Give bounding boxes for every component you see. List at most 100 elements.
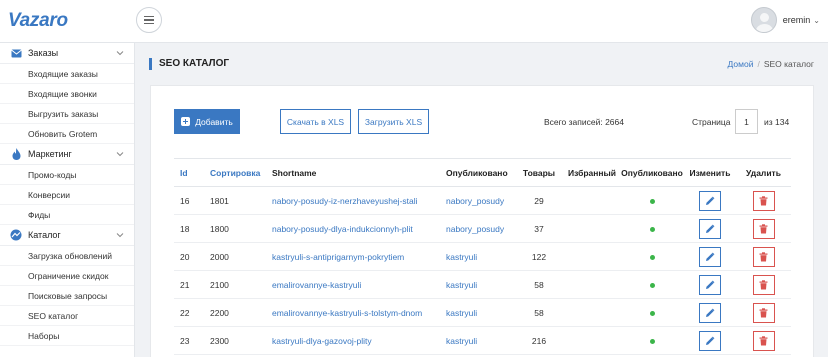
category-link[interactable]: nabory_posudy <box>446 224 504 234</box>
table-body: 16 1801 nabory-posudy-iz-nerzhaveyushej-st… <box>174 186 791 355</box>
cell-delete <box>736 270 791 299</box>
category-link[interactable]: kastryuli <box>446 336 477 346</box>
seo-catalog-card: Добавить Скачать в XLS Загрузить XLS Все… <box>150 85 814 357</box>
envelope-icon <box>10 47 22 59</box>
sidebar-item-seo-catalog[interactable]: SEO каталог <box>0 306 134 326</box>
sidebar-section-label: Заказы <box>28 48 59 58</box>
cell-published <box>620 242 684 271</box>
sidebar-item-export-orders[interactable]: Выгрузить заказы <box>0 104 134 124</box>
sidebar-item-conversions[interactable]: Конверсии <box>0 185 134 205</box>
sidebar-item-discount-limits[interactable]: Ограничение скидок <box>0 266 134 286</box>
cell-id: 20 <box>174 242 204 271</box>
edit-button[interactable] <box>699 302 721 323</box>
cell-shortname: kastryuli-s-antiprigarnym-pokrytiem <box>266 242 440 271</box>
cell-id: 22 <box>174 298 204 327</box>
sidebar-item-update-grotem[interactable]: Обновить Grotem <box>0 124 134 144</box>
cell-goods: 216 <box>514 326 564 355</box>
column-header-id[interactable]: Id <box>174 158 204 187</box>
user-menu[interactable]: eremin ⌄ <box>750 7 820 33</box>
edit-button[interactable] <box>699 274 721 295</box>
plus-icon <box>181 117 191 126</box>
delete-button[interactable] <box>752 246 775 267</box>
delete-button[interactable] <box>752 330 775 351</box>
delete-button[interactable] <box>752 218 775 239</box>
menu-toggle-button[interactable] <box>136 7 162 33</box>
cell-published-category: kastryuli <box>440 242 514 271</box>
cell-shortname: nabory-posudy-iz-nerzhaveyushej-stali <box>266 186 440 215</box>
breadcrumb-home-link[interactable]: Домой <box>728 59 754 69</box>
cell-featured <box>564 186 620 215</box>
cell-published-category: nabory_posudy <box>440 186 514 215</box>
cell-published <box>620 326 684 355</box>
page-header: SEO КАТАЛОГ Домой / SEO каталог <box>135 43 828 85</box>
shortname-link[interactable]: kastryuli-s-antiprigarnym-pokrytiem <box>272 252 404 262</box>
sidebar-item-upload-updates[interactable]: Загрузка обновлений <box>0 246 134 266</box>
cell-goods: 37 <box>514 214 564 243</box>
sidebar-item-promo-codes[interactable]: Промо-коды <box>0 165 134 185</box>
seo-catalog-table: Id Сортировка Shortname Опубликовано Тов… <box>174 158 791 355</box>
cell-published-category: kastryuli <box>440 298 514 327</box>
column-header-delete: Удалить <box>736 158 791 187</box>
pencil-icon <box>706 252 715 261</box>
cell-featured <box>564 326 620 355</box>
table-row: 18 1800 nabory-posudy-dlya-indukcionnyh-pl… <box>174 214 791 243</box>
sidebar-item-search-queries[interactable]: Поисковые запросы <box>0 286 134 306</box>
catalog-icon <box>10 229 22 241</box>
cell-sort: 2200 <box>204 298 266 327</box>
sidebar-section-catalog[interactable]: Каталог <box>0 225 134 246</box>
sidebar-section-marketing[interactable]: Маркетинг <box>0 144 134 165</box>
cell-published-category: kastryuli <box>440 270 514 299</box>
sidebar-section-orders[interactable]: Заказы <box>0 43 134 64</box>
cell-goods: 58 <box>514 298 564 327</box>
download-xls-button[interactable]: Скачать в XLS <box>280 109 351 134</box>
cell-sort: 1800 <box>204 214 266 243</box>
column-header-shortname: Shortname <box>266 158 440 187</box>
trash-icon <box>759 223 768 233</box>
sidebar-item-incoming-calls[interactable]: Входящие звонки <box>0 84 134 104</box>
sidebar-item-incoming-orders[interactable]: Входящие заказы <box>0 64 134 84</box>
breadcrumb-current: SEO каталог <box>763 59 814 69</box>
table-row: 16 1801 nabory-posudy-iz-nerzhaveyushej-st… <box>174 186 791 215</box>
add-button[interactable]: Добавить <box>174 109 240 134</box>
cell-edit <box>684 214 736 243</box>
edit-button[interactable] <box>699 190 721 211</box>
shortname-link[interactable]: nabory-posudy-dlya-indukcionnyh-plit <box>272 224 413 234</box>
edit-button[interactable] <box>699 330 721 351</box>
sidebar-item-sets[interactable]: Наборы <box>0 326 134 346</box>
trash-icon <box>759 307 768 317</box>
table-row: 22 2200 emalirovannye-kastryuli-s-tolstym-… <box>174 298 791 327</box>
cell-sort: 2300 <box>204 326 266 355</box>
logo[interactable]: Vazaro <box>8 10 68 32</box>
delete-button[interactable] <box>752 190 775 211</box>
column-header-sort[interactable]: Сортировка <box>204 158 266 187</box>
sidebar-section-label: Каталог <box>28 230 61 240</box>
table-row: 20 2000 kastryuli-s-antiprigarnym-pokrytie… <box>174 242 791 271</box>
shortname-link[interactable]: kastryuli-dlya-gazovoj-plity <box>272 336 372 346</box>
sidebar-item-feeds[interactable]: Фиды <box>0 205 134 225</box>
column-header-edit: Изменить <box>684 158 736 187</box>
cell-sort: 2000 <box>204 242 266 271</box>
shortname-link[interactable]: emalirovannye-kastryuli-s-tolstym-dnom <box>272 308 422 318</box>
shortname-link[interactable]: nabory-posudy-iz-nerzhaveyushej-stali <box>272 196 418 206</box>
breadcrumb: Домой / SEO каталог <box>728 59 814 69</box>
category-link[interactable]: nabory_posudy <box>446 196 504 206</box>
category-link[interactable]: kastryuli <box>446 308 477 318</box>
add-button-label: Добавить <box>195 116 233 127</box>
cell-sort: 1801 <box>204 186 266 215</box>
cell-id: 23 <box>174 326 204 355</box>
delete-button[interactable] <box>752 302 775 323</box>
page-title: SEO КАТАЛОГ <box>149 58 229 70</box>
upload-xls-button[interactable]: Загрузить XLS <box>358 109 429 134</box>
cell-delete <box>736 326 791 355</box>
cell-id: 18 <box>174 214 204 243</box>
cell-published <box>620 270 684 299</box>
edit-button[interactable] <box>699 246 721 267</box>
edit-button[interactable] <box>699 218 721 239</box>
cell-delete <box>736 242 791 271</box>
cell-edit <box>684 242 736 271</box>
delete-button[interactable] <box>752 274 775 295</box>
category-link[interactable]: kastryuli <box>446 280 477 290</box>
category-link[interactable]: kastryuli <box>446 252 477 262</box>
page-number-input[interactable] <box>735 109 758 134</box>
shortname-link[interactable]: emalirovannye-kastryuli <box>272 280 361 290</box>
